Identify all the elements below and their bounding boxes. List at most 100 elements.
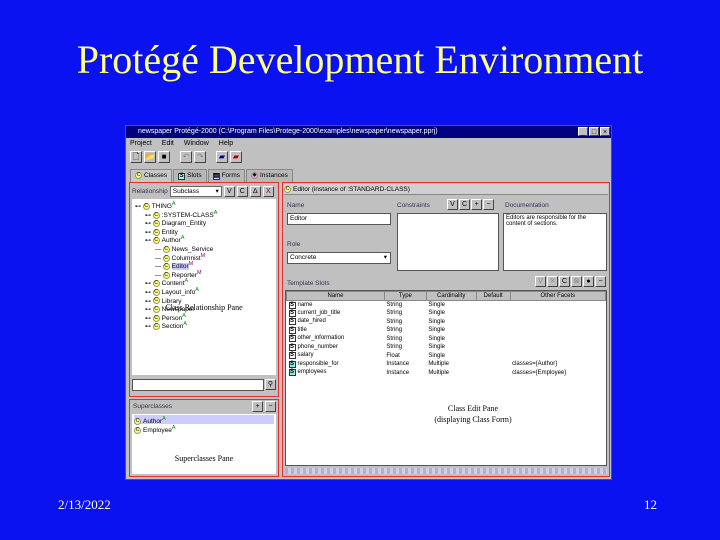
expand-icon[interactable]: ⊷	[135, 204, 143, 210]
column-header[interactable]: Name	[286, 291, 385, 301]
tree-node[interactable]: — C News_Service	[135, 243, 273, 253]
view-class-button[interactable]: V	[223, 185, 235, 197]
name-label: Name	[287, 202, 305, 209]
superclasses-pane: Superclasses + − C AuthorA C EmployeeA Sup…	[129, 399, 279, 477]
cell: Single	[428, 352, 445, 359]
tree-node[interactable]: ⊷ C Layout_infoA	[135, 286, 273, 296]
tree-node[interactable]: — C ReporterM	[135, 269, 273, 279]
column-header[interactable]: Default	[475, 291, 511, 301]
role-select[interactable]: Concrete ▾	[287, 252, 391, 264]
move-class-button[interactable]: ∆	[249, 185, 261, 197]
table-row[interactable]: Scurrent_job_title String Single	[287, 309, 606, 318]
create-slot-button[interactable]: C	[559, 276, 570, 287]
tab-classes[interactable]: C Classes	[130, 169, 173, 182]
menu-project[interactable]: Project	[130, 138, 152, 150]
add-slot-button[interactable]: ●	[583, 276, 594, 287]
menu-window[interactable]: Window	[184, 138, 209, 150]
cell: Sresponsible_for	[287, 360, 385, 369]
table-row[interactable]: Semployees Instance Multiple classes={Emplo…	[287, 369, 606, 378]
table-row[interactable]: Ssalary Float Single	[287, 352, 606, 361]
horizontal-scrollbar[interactable]	[285, 468, 607, 474]
slot-icon: S	[288, 343, 296, 351]
menu-edit[interactable]: Edit	[162, 138, 174, 150]
view-constraint-button[interactable]: V	[447, 199, 458, 210]
minimize-button[interactable]: _	[578, 127, 588, 136]
close-button[interactable]: ×	[600, 127, 610, 136]
redo-icon[interactable]: ↷	[194, 151, 206, 163]
add-constraint-button[interactable]: +	[471, 199, 482, 210]
slide-date: 2/13/2022	[58, 497, 111, 512]
tree-node[interactable]: ⊷ C SectionA	[135, 320, 273, 330]
tree-node[interactable]: ⊷ C Diagram_Entity	[135, 217, 273, 227]
column-header[interactable]: Type	[383, 291, 427, 301]
cell: Sdate_hired	[287, 318, 385, 327]
tree-node[interactable]: ⊷ C PersonA	[135, 312, 273, 322]
cell	[510, 326, 605, 335]
tab-label: Instances	[260, 172, 288, 179]
cell: classes={Employee}	[512, 369, 567, 376]
add-superclass-button[interactable]: +	[252, 401, 263, 412]
list-item[interactable]: C AuthorA	[134, 415, 274, 425]
table-row[interactable]: Sdate_hired String Single	[287, 318, 606, 327]
name-input[interactable]: Editor	[287, 213, 391, 225]
slide-title: Protégé Development Environment	[76, 37, 644, 82]
tab-slots[interactable]: S Slots	[173, 169, 207, 182]
create-constraint-button[interactable]: C	[459, 199, 470, 210]
tree-node[interactable]: ⊷ C THINGA	[135, 200, 273, 210]
menu-help[interactable]: Help	[219, 138, 233, 150]
tree-node[interactable]: ⊷ C AuthorA	[135, 234, 273, 245]
role-value: Concrete	[290, 254, 317, 261]
constraints-list[interactable]	[397, 213, 499, 271]
delete-class-button[interactable]: X	[262, 185, 274, 197]
table-row[interactable]: Sphone_number String Single	[287, 343, 606, 352]
class-tree[interactable]: ⊷ C THINGA ⊷ C:SYSTEM-CLASSA ⊷ C Diagram_Ent…	[132, 199, 276, 375]
remove-constraint-button[interactable]: −	[483, 199, 494, 210]
superclasses-caption: Superclasses Pane	[174, 454, 234, 463]
tree-node[interactable]: ⊷ C:SYSTEM-CLASSA	[135, 209, 273, 219]
expand-icon[interactable]: ⊷	[145, 324, 153, 330]
tree-node[interactable]: ⊷ C ContentA	[135, 277, 273, 287]
blue-widget-icon[interactable]: ▰	[216, 151, 228, 163]
open-project-icon[interactable]: 📂	[144, 151, 156, 163]
tree-node[interactable]: — C ColumnistM	[135, 252, 273, 262]
expand-icon[interactable]: ⊷	[145, 239, 153, 245]
tree-node[interactable]: — C EditorM	[135, 260, 273, 271]
class-search-input[interactable]	[132, 379, 264, 391]
find-binoculars-icon[interactable]: ⚲	[265, 379, 276, 390]
table-row[interactable]: Sname String Single	[287, 301, 606, 310]
table-row[interactable]: Stitle String Single	[287, 326, 606, 335]
table-row[interactable]: Sresponsible_for Instance Multiple classes=…	[287, 360, 606, 369]
cell: Single	[428, 335, 445, 342]
remove-superclass-button[interactable]: −	[265, 401, 276, 412]
cell: Stitle	[287, 326, 385, 335]
column-header[interactable]: Other Facets	[509, 291, 607, 301]
cell	[476, 326, 510, 335]
override-slot-button[interactable]: ✕	[547, 276, 558, 287]
undo-icon[interactable]: ↶	[180, 151, 192, 163]
tree-node[interactable]: ⊷ C Library	[135, 295, 273, 305]
new-project-icon[interactable]: 🗋	[130, 151, 142, 163]
column-header[interactable]: Cardinality	[425, 291, 477, 301]
list-item[interactable]: C EmployeeA	[134, 424, 274, 434]
tab-label: Slots	[187, 172, 202, 179]
relationship-select[interactable]: Subclass ▾	[169, 185, 222, 197]
cell	[510, 343, 605, 352]
tab-instances[interactable]: ◆ Instances	[246, 169, 293, 182]
maximize-button[interactable]: □	[589, 127, 599, 136]
relationship-value: Subclass	[172, 187, 200, 195]
table-row[interactable]: Sother_information String Single	[287, 335, 606, 344]
cell: String	[386, 302, 403, 308]
class-edit-caption: Class Edit Pane (displaying Class Form)	[434, 404, 512, 424]
view-slot-button[interactable]: V	[535, 276, 546, 287]
cell: classes={Author}	[512, 361, 558, 368]
slot-name: current_job_title	[297, 309, 341, 316]
remove-slot-button[interactable]: −	[595, 276, 606, 287]
documentation-textarea[interactable]: Editors are responsible for the content …	[503, 213, 607, 271]
red-widget-icon[interactable]: ▰	[230, 151, 242, 163]
create-class-button[interactable]: C	[236, 185, 248, 197]
slot-icon: S	[288, 309, 296, 317]
save-project-icon[interactable]: ■	[158, 151, 170, 163]
remove-override-button[interactable]: ⊠	[571, 276, 582, 287]
tab-forms[interactable]: ▤ Forms	[207, 169, 245, 182]
cell: Ssalary	[287, 352, 385, 361]
